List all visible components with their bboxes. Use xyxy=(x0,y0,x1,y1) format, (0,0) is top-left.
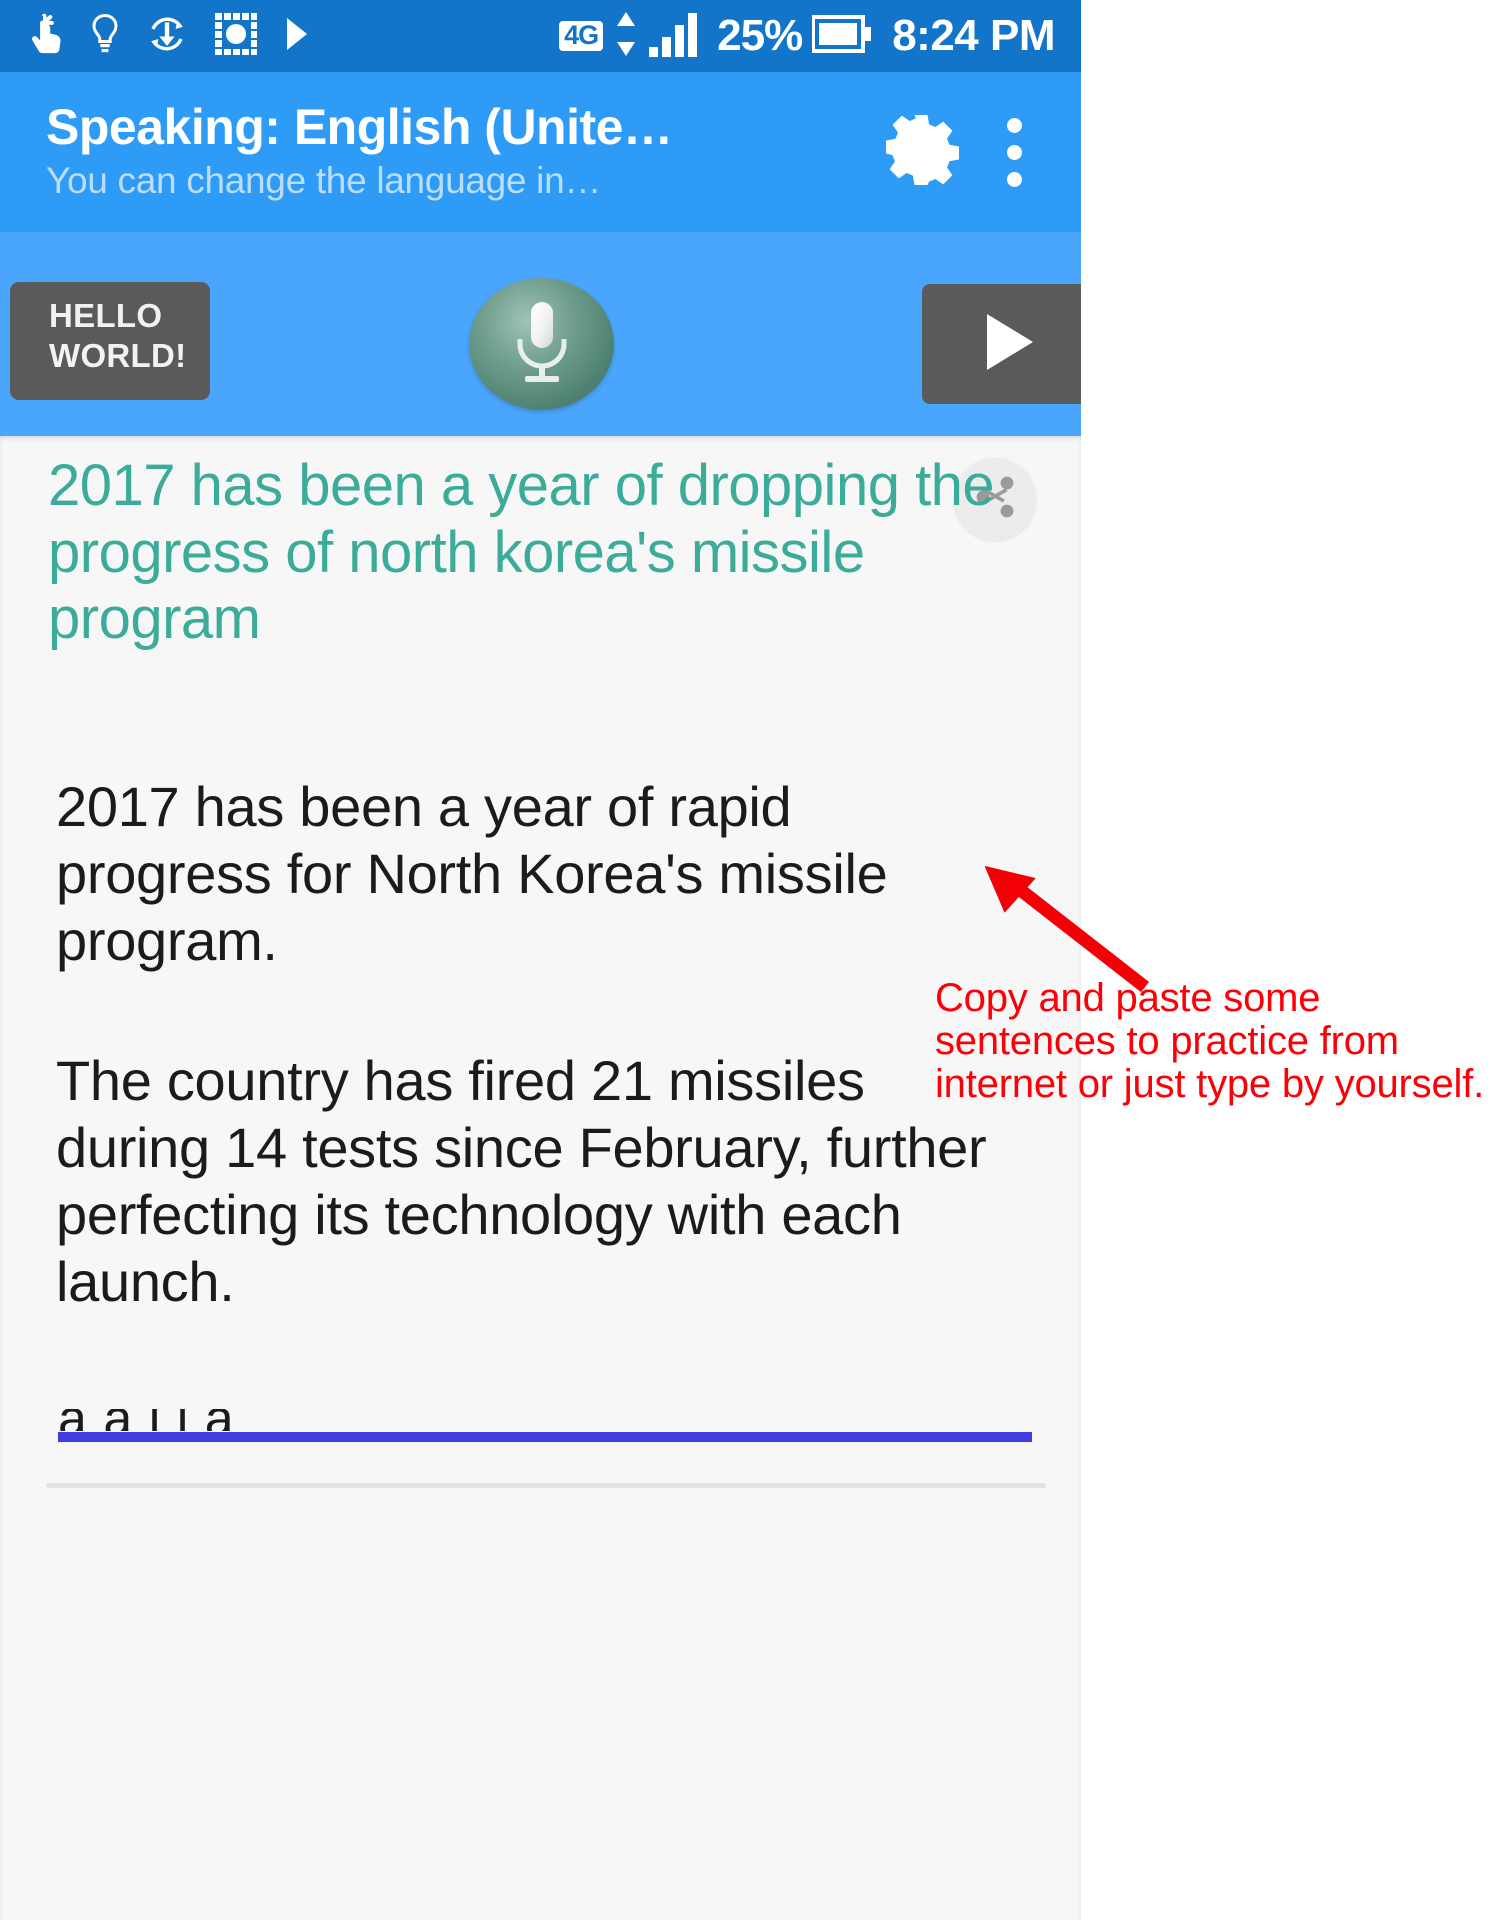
app-bar: Speaking: English (Unite… You can change… xyxy=(0,72,1081,232)
phone-screenshot: 4G 25% 8:24 PM Speaking: English (Unite…… xyxy=(0,0,1081,1920)
practice-paragraph: 2017 has been a year of rapid progress f… xyxy=(56,775,888,973)
control-bar: HELLO WORLD! xyxy=(0,232,1081,436)
touch-pointer-icon xyxy=(28,13,64,60)
content-area: 2017 has been a year of dropping the pro… xyxy=(0,436,1081,1920)
up-down-arrows-icon xyxy=(613,10,639,63)
content-divider xyxy=(46,1483,1046,1488)
hello-world-button[interactable]: HELLO WORLD! xyxy=(10,282,210,400)
text-input-value: a a l l a xyxy=(58,1409,1032,1431)
headline-recognized-text: 2017 has been a year of dropping the pro… xyxy=(48,453,995,652)
play-button[interactable] xyxy=(922,284,1081,404)
status-bar-clock: 8:24 PM xyxy=(892,11,1055,60)
overflow-menu-button[interactable] xyxy=(969,97,1059,207)
input-underline xyxy=(58,1432,1032,1442)
more-vertical-icon xyxy=(1006,117,1022,133)
status-bar-system-icons: 4G 25% 8:24 PM xyxy=(559,10,1081,63)
play-icon xyxy=(969,304,1045,385)
settings-button[interactable] xyxy=(873,104,969,200)
microphone-button[interactable] xyxy=(469,278,614,410)
text-input-field[interactable]: a a l l a xyxy=(58,1409,1032,1442)
battery-icon xyxy=(811,13,872,60)
battery-percent-label: 25% xyxy=(717,11,803,60)
annotation-note: Copy and paste some sentences to practic… xyxy=(935,976,1485,1106)
microphone-icon xyxy=(504,296,580,393)
status-bar-notification-icons xyxy=(0,12,310,61)
practice-paragraph: The country has fired 21 missiles during… xyxy=(56,1048,987,1314)
play-arrow-icon xyxy=(284,16,310,57)
more-vertical-icon xyxy=(1006,144,1022,160)
network-type-badge: 4G xyxy=(559,20,604,52)
practice-text-block[interactable]: 2017 has been a year of rapid progress f… xyxy=(56,773,1016,1315)
signal-bars-icon xyxy=(649,11,701,62)
status-bar: 4G 25% 8:24 PM xyxy=(0,0,1081,72)
download-sync-icon xyxy=(146,13,188,60)
page-subtitle: You can change the language in… xyxy=(46,160,602,202)
app-bar-title-block[interactable]: Speaking: English (Unite… You can change… xyxy=(0,101,873,203)
gear-icon xyxy=(882,111,960,194)
screen-capture-icon xyxy=(214,12,258,61)
page-title: Speaking: English (Unite… xyxy=(46,99,673,156)
lightbulb-icon xyxy=(90,13,120,60)
more-vertical-icon xyxy=(1006,171,1022,187)
